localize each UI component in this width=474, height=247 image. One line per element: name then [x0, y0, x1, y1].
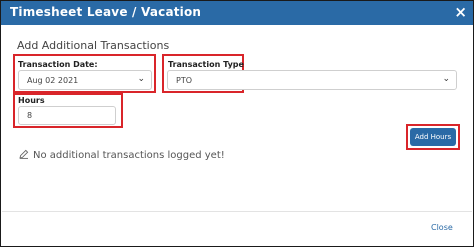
hours-label: Hours [18, 96, 45, 105]
transaction-date-select[interactable]: Aug 02 2021 ⌄ [18, 70, 152, 90]
dialog-title: Timesheet Leave / Vacation [10, 5, 202, 19]
close-icon[interactable]: × [454, 3, 467, 21]
pencil-icon [19, 149, 29, 159]
empty-state: No additional transactions logged yet! [19, 149, 225, 161]
transaction-date-label: Transaction Date: [18, 60, 98, 69]
transaction-type-select[interactable]: PTO ⌄ [167, 70, 457, 90]
dialog-title-bar: Timesheet Leave / Vacation × [1, 1, 473, 25]
hours-value: 8 [27, 111, 33, 120]
chevron-down-icon: ⌄ [137, 74, 145, 84]
transaction-type-value: PTO [176, 76, 193, 85]
close-button[interactable]: Close [431, 223, 453, 232]
dialog: Timesheet Leave / Vacation × Add Additio… [0, 0, 474, 247]
add-hours-button[interactable]: Add Hours [410, 128, 456, 146]
chevron-down-icon: ⌄ [442, 74, 450, 84]
transaction-date-value: Aug 02 2021 [27, 76, 79, 85]
footer-divider [2, 211, 472, 212]
empty-state-message: No additional transactions logged yet! [33, 150, 225, 161]
transaction-type-label: Transaction Type [168, 60, 244, 69]
hours-input[interactable]: 8 [18, 106, 116, 125]
section-title: Add Additional Transactions [17, 39, 170, 52]
